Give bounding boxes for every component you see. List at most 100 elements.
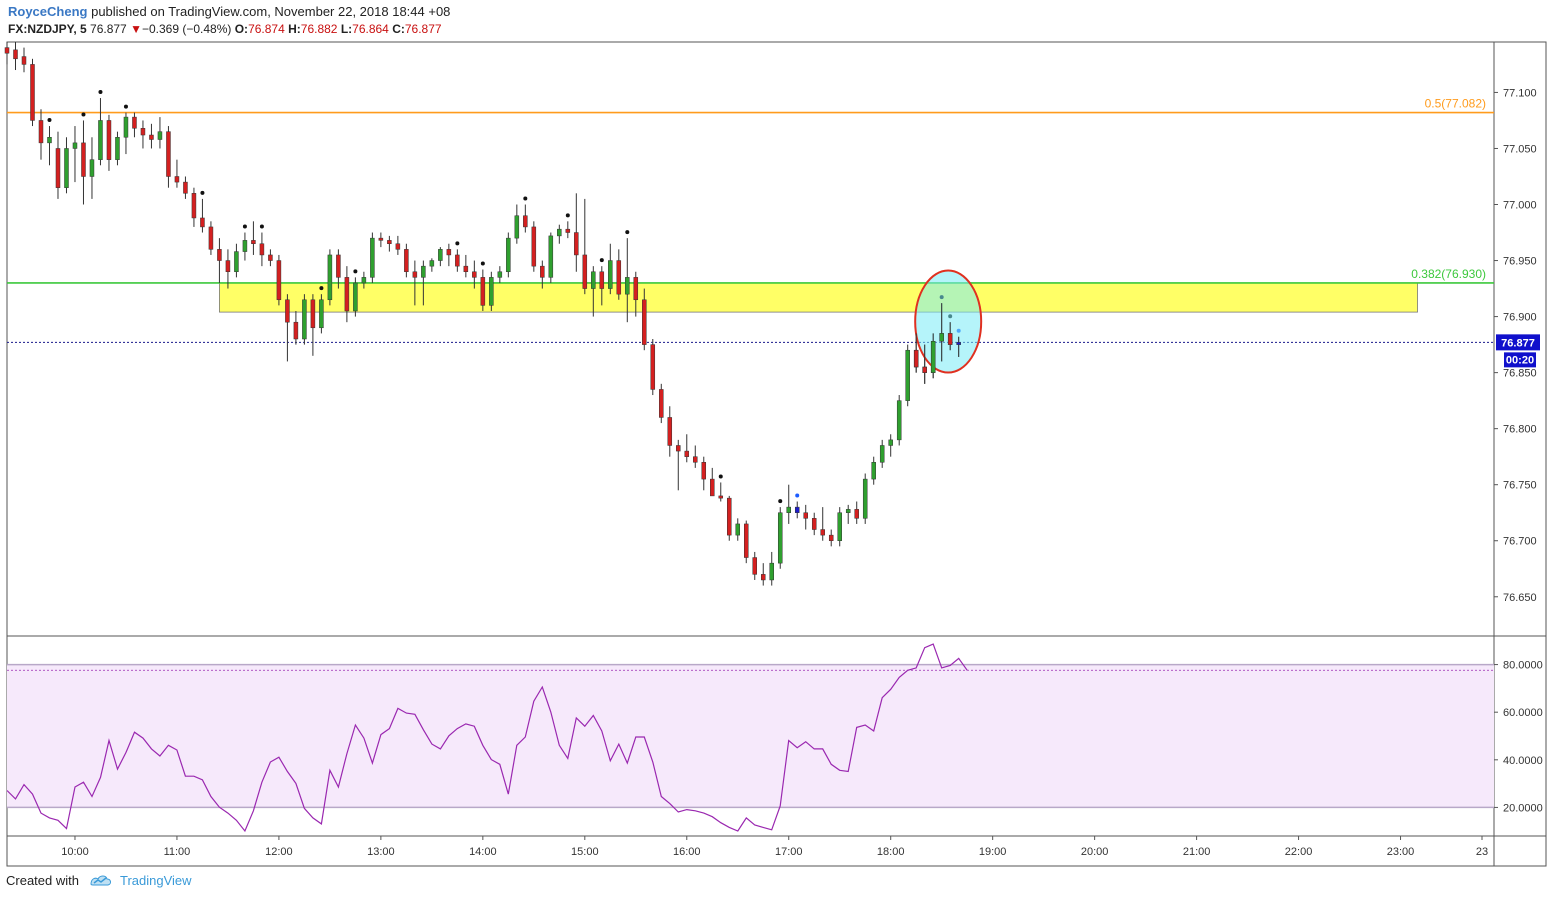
candle-body bbox=[879, 445, 885, 463]
candle-body bbox=[548, 235, 554, 278]
candle-body bbox=[132, 116, 137, 129]
time-axis-label: 14:00 bbox=[469, 846, 497, 858]
candle-body bbox=[820, 529, 825, 536]
candle-body bbox=[693, 456, 698, 463]
candle-body bbox=[854, 509, 859, 519]
candle-body bbox=[174, 176, 180, 183]
candle-body bbox=[922, 366, 927, 373]
candle-body bbox=[659, 389, 664, 418]
time-axis-label: 19:00 bbox=[979, 846, 1007, 858]
candle-body bbox=[123, 116, 129, 138]
rsi-band bbox=[7, 664, 1494, 808]
candle-body bbox=[616, 260, 622, 295]
fib-level-label-1: 0.382(76.930) bbox=[1411, 267, 1486, 281]
candle-body bbox=[557, 228, 562, 237]
candle-body bbox=[149, 134, 154, 140]
candle-body bbox=[421, 265, 426, 278]
candle-body bbox=[718, 495, 724, 499]
candle-body bbox=[13, 49, 18, 60]
candle-body bbox=[642, 299, 647, 345]
price-axis-label: 77.000 bbox=[1503, 200, 1537, 212]
candle-body bbox=[540, 265, 545, 278]
candle-body bbox=[217, 249, 222, 261]
candle-body bbox=[956, 342, 961, 345]
candle-body bbox=[727, 497, 732, 536]
resistance-zone-layer bbox=[219, 282, 1418, 313]
candle-body bbox=[429, 260, 435, 267]
candle-body bbox=[480, 277, 486, 306]
candle-body bbox=[489, 277, 494, 306]
candle-body bbox=[395, 243, 401, 250]
candle-body bbox=[327, 254, 333, 301]
tradingview-link[interactable]: TradingView bbox=[120, 873, 192, 888]
price-axis-label: 77.050 bbox=[1503, 143, 1537, 155]
price-axis-label: 76.850 bbox=[1503, 368, 1537, 380]
candle-body bbox=[710, 478, 715, 497]
time-axis-label: 20:00 bbox=[1081, 846, 1109, 858]
fib-level-label-0: 0.5(77.082) bbox=[1425, 97, 1486, 111]
time-axis-label: 16:00 bbox=[673, 846, 701, 858]
candle-body bbox=[302, 299, 307, 340]
candle-body bbox=[760, 574, 766, 581]
footer: Created with TradingView bbox=[6, 873, 192, 890]
candle-body bbox=[310, 299, 316, 329]
candle-body bbox=[523, 215, 528, 228]
last-price-tag-label: 76.877 bbox=[1501, 337, 1535, 349]
candle-body bbox=[89, 159, 95, 177]
candle-body bbox=[404, 249, 409, 273]
price-axis-label: 76.950 bbox=[1503, 256, 1537, 268]
signal-dot bbox=[81, 112, 86, 117]
candle-body bbox=[506, 237, 511, 273]
candle-body bbox=[81, 142, 86, 177]
candle-body bbox=[472, 271, 477, 278]
candle-body bbox=[285, 299, 290, 323]
signal-dot bbox=[778, 499, 783, 504]
candle-body bbox=[650, 344, 656, 390]
signal-dot bbox=[98, 90, 103, 95]
signal-dot bbox=[565, 213, 570, 218]
candle-body bbox=[608, 260, 613, 289]
candle-body bbox=[744, 523, 749, 558]
time-axis-label: 23:00 bbox=[1387, 846, 1415, 858]
rsi-axis-label: 60.0000 bbox=[1503, 707, 1543, 719]
signal-dot bbox=[123, 104, 128, 109]
candle-body bbox=[378, 237, 384, 241]
candle-body bbox=[455, 254, 460, 267]
candle-body bbox=[514, 215, 520, 239]
candle-body bbox=[752, 557, 757, 575]
time-axis-label: 21:00 bbox=[1183, 846, 1211, 858]
candle-body bbox=[293, 321, 299, 340]
candle-body bbox=[47, 137, 52, 144]
candle-body bbox=[930, 340, 936, 373]
candle-body bbox=[387, 240, 392, 244]
candle-body bbox=[98, 120, 103, 160]
candle-body bbox=[319, 299, 324, 329]
candle-body bbox=[200, 217, 205, 228]
price-axis-label: 77.100 bbox=[1503, 87, 1537, 99]
candle-body bbox=[913, 349, 919, 368]
candle-body bbox=[166, 131, 171, 177]
rsi-axis-label: 80.0000 bbox=[1503, 660, 1543, 672]
signal-dot bbox=[718, 474, 723, 479]
candle-body bbox=[55, 148, 61, 188]
candle-body bbox=[242, 240, 248, 252]
candle-body bbox=[183, 181, 188, 194]
rsi-layer bbox=[6, 643, 1494, 833]
candle-body bbox=[72, 142, 78, 149]
candle-body bbox=[412, 271, 418, 278]
candle-body bbox=[361, 277, 367, 284]
candle-body bbox=[845, 509, 851, 513]
chart-canvas[interactable]: 0.5(77.082) 0.382(76.930) 77.100 77.050 77.… bbox=[0, 0, 1553, 899]
signal-dot bbox=[319, 286, 324, 291]
candle-body bbox=[794, 506, 800, 513]
candle-body bbox=[344, 277, 350, 312]
candle-body bbox=[336, 254, 341, 278]
candle-body bbox=[599, 271, 605, 289]
price-axis-label: 76.650 bbox=[1503, 592, 1537, 604]
candle-body bbox=[446, 249, 452, 256]
candle-body bbox=[259, 243, 265, 256]
candle-body bbox=[565, 228, 571, 233]
candle-body bbox=[157, 131, 163, 140]
candle-body bbox=[828, 534, 834, 541]
rsi-axis-label: 40.0000 bbox=[1503, 755, 1543, 767]
